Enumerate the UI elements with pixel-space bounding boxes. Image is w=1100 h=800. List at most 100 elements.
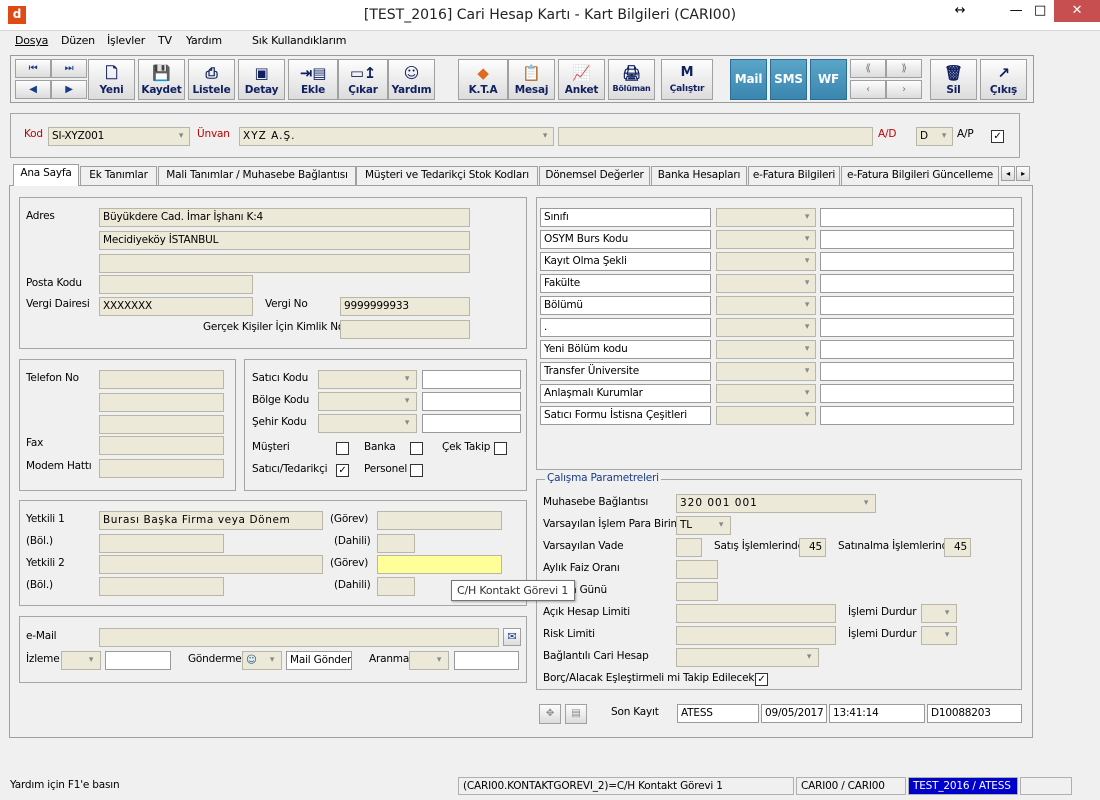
sehir-dropdown-icon[interactable]: ▾ (401, 415, 413, 432)
gonderme-dropdown-icon[interactable]: ▾ (266, 652, 278, 669)
sms-button[interactable]: SMS (770, 59, 807, 100)
dahili2-input[interactable] (377, 577, 415, 596)
mesaj-button[interactable]: 📋 Mesaj (508, 59, 555, 100)
gorev2-input[interactable] (377, 555, 502, 574)
adres-line1-input[interactable]: Büyükdere Cad. İmar İşhanı K:4 (99, 208, 470, 227)
menu-yardim[interactable]: Yardım (186, 34, 222, 47)
scroll-left-button[interactable]: ‹ (850, 80, 886, 99)
izleme-desc[interactable] (105, 651, 171, 670)
email-input[interactable] (99, 628, 499, 647)
tab-donemsel[interactable]: Dönemsel Değerler (539, 166, 650, 185)
extra-field-desc[interactable] (820, 340, 1014, 359)
ap-checkbox[interactable]: ✓ (991, 130, 1004, 143)
satici-dropdown-icon[interactable]: ▾ (401, 371, 413, 388)
durdur1-dropdown-icon[interactable]: ▾ (941, 605, 953, 622)
fax-input[interactable] (99, 436, 224, 455)
bol2-input[interactable] (99, 577, 224, 596)
menu-islevler[interactable]: İşlevler (107, 34, 145, 47)
page-down-button[interactable]: ⟫ (886, 59, 922, 78)
durdur2-dropdown-icon[interactable]: ▾ (941, 627, 953, 644)
extra-field-desc[interactable] (820, 252, 1014, 271)
cek-takip-checkbox[interactable] (494, 442, 507, 455)
modem-input[interactable] (99, 459, 224, 478)
yeni-button[interactable]: 🗋 Yeni (88, 59, 135, 100)
extra-field-dropdown-icon[interactable]: ▾ (801, 407, 813, 424)
detay-button[interactable]: ▣ Detay (238, 59, 285, 100)
tab-ana-sayfa[interactable]: Ana Sayfa (13, 164, 79, 186)
kta-button[interactable]: ◆ K.T.A (458, 59, 508, 100)
extra-field-dropdown-icon[interactable]: ▾ (801, 385, 813, 402)
mail-button[interactable]: Mail (730, 59, 767, 100)
unvan2-input[interactable] (558, 127, 873, 146)
vade-input[interactable] (676, 538, 702, 557)
first-record-button[interactable]: ⏮ (15, 59, 51, 78)
scroll-right-button[interactable]: › (886, 80, 922, 99)
menu-sik-kullandiklarim[interactable]: Sık Kullandıklarım (252, 34, 346, 47)
listele-button[interactable]: ⎙ Listele (188, 59, 235, 100)
close-button[interactable]: ✕ (1054, 0, 1100, 22)
satis-input[interactable]: 45 (799, 538, 826, 557)
extra-field-dropdown-icon[interactable]: ▾ (801, 209, 813, 226)
menu-tv[interactable]: TV (158, 34, 172, 47)
satici-kodu-desc[interactable] (422, 370, 521, 389)
move-icon[interactable]: ✥ (539, 704, 561, 724)
sehir-kodu-desc[interactable] (422, 414, 521, 433)
extra-field-desc[interactable] (820, 362, 1014, 381)
borc-alacak-checkbox[interactable]: ✓ (755, 673, 768, 686)
envelope-icon[interactable]: ✉ (503, 628, 521, 646)
gorev1-input[interactable] (377, 511, 502, 530)
last-record-button[interactable]: ⏭ (51, 59, 87, 78)
sil-button[interactable]: 🗑 Sil (930, 59, 977, 100)
vergi-dairesi-input[interactable]: XXXXXXX (99, 297, 253, 316)
musteri-checkbox[interactable] (336, 442, 349, 455)
extra-field-dropdown-icon[interactable]: ▾ (801, 319, 813, 336)
personel-checkbox[interactable] (410, 464, 423, 477)
ad-dropdown-icon[interactable]: ▾ (938, 128, 950, 145)
maximize-button[interactable]: □ (1030, 0, 1050, 22)
kod-input[interactable]: SI-XYZ001 (48, 127, 190, 146)
tab-banka[interactable]: Banka Hesapları (651, 166, 747, 185)
extra-field-dropdown-icon[interactable]: ▾ (801, 297, 813, 314)
faiz-input[interactable] (676, 560, 718, 579)
yardim-button[interactable]: ☺ Yardım (388, 59, 435, 100)
vergi-no-input[interactable]: 9999999933 (340, 297, 470, 316)
extra-field-dropdown-icon[interactable]: ▾ (801, 275, 813, 292)
banka-checkbox[interactable] (410, 442, 423, 455)
bol1-input[interactable] (99, 534, 224, 553)
gunu-input[interactable] (676, 582, 718, 601)
mail-gonderi-field[interactable]: Mail Gönderi (286, 651, 352, 670)
tab-efatura-guncelleme[interactable]: e-Fatura Bilgileri Güncelleme (841, 166, 999, 185)
satici-tedarikci-checkbox[interactable]: ✓ (336, 464, 349, 477)
aranma-dropdown-icon[interactable]: ▾ (433, 652, 445, 669)
cikis-button[interactable]: ↗ Çıkış (980, 59, 1027, 100)
extra-field-dropdown-icon[interactable]: ▾ (801, 341, 813, 358)
tab-mali-tanimlar[interactable]: Mali Tanımlar / Muhasebe Bağlantısı (158, 166, 356, 185)
tckn-input[interactable] (340, 320, 470, 339)
kaydet-button[interactable]: 💾 Kaydet (138, 59, 185, 100)
bagli-cari-dropdown-icon[interactable]: ▾ (803, 649, 815, 666)
prev-record-button[interactable]: ◀ (15, 80, 51, 99)
clipboard-icon[interactable]: ▤ (565, 704, 587, 724)
tab-ek-tanimlar[interactable]: Ek Tanımlar (80, 166, 157, 185)
posta-kodu-input[interactable] (99, 275, 253, 294)
telefon3-input[interactable] (99, 415, 224, 434)
extra-field-dropdown-icon[interactable]: ▾ (801, 253, 813, 270)
resize-icon[interactable]: ↔ (950, 0, 970, 22)
unvan-dropdown-icon[interactable]: ▾ (539, 128, 551, 145)
muhasebe-dropdown-icon[interactable]: ▾ (860, 495, 872, 512)
extra-field-desc[interactable] (820, 230, 1014, 249)
bolge-dropdown-icon[interactable]: ▾ (401, 393, 413, 410)
extra-field-dropdown-icon[interactable]: ▾ (801, 231, 813, 248)
cikar-button[interactable]: ▭↥ Çıkar (338, 59, 388, 100)
para-birimi-dropdown-icon[interactable]: ▾ (715, 517, 727, 534)
ekle-button[interactable]: ⇥▤ Ekle (288, 59, 338, 100)
calistir-button[interactable]: M Çalıştır (661, 59, 713, 100)
adres-line2-input[interactable]: Mecidiyeköy İSTANBUL (99, 231, 470, 250)
acik-hesap-input[interactable] (676, 604, 836, 623)
unvan-input[interactable]: XYZ A.Ş. (239, 127, 554, 146)
bolge-kodu-desc[interactable] (422, 392, 521, 411)
extra-field-desc[interactable] (820, 318, 1014, 337)
extra-field-desc[interactable] (820, 406, 1014, 425)
page-up-button[interactable]: ⟪ (850, 59, 886, 78)
wf-button[interactable]: WF (810, 59, 847, 100)
